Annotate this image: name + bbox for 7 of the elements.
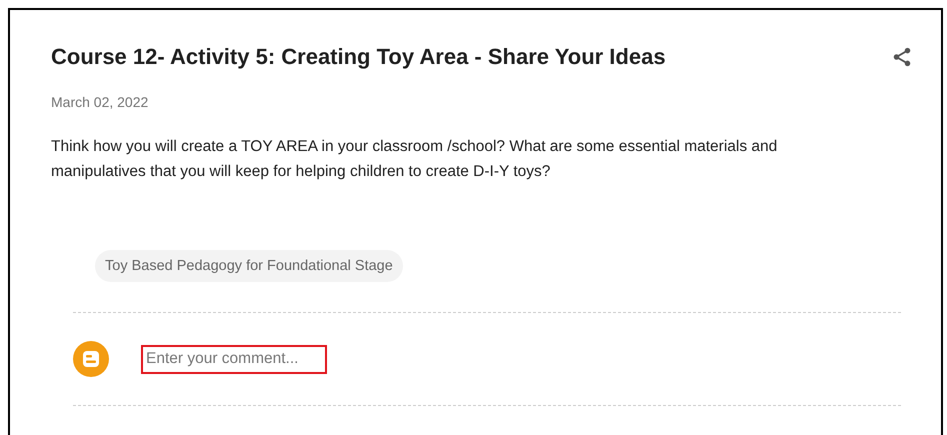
comment-field[interactable]: Enter your comment... <box>141 344 327 374</box>
share-icon[interactable] <box>891 46 913 68</box>
label-link[interactable]: Toy Based Pedagogy for Foundational Stage <box>95 250 403 282</box>
post-title: Course 12- Activity 5: Creating Toy Area - Share Your Ideas <box>51 44 666 70</box>
post-date: March 02, 2022 <box>51 94 150 110</box>
blogger-icon <box>73 341 109 377</box>
post-body: Think how you will create a TOY AREA in your classroom /school? What are some essential materials and manipulatives that you will keep for helping children to create D-I-Y toys? <box>51 137 778 182</box>
